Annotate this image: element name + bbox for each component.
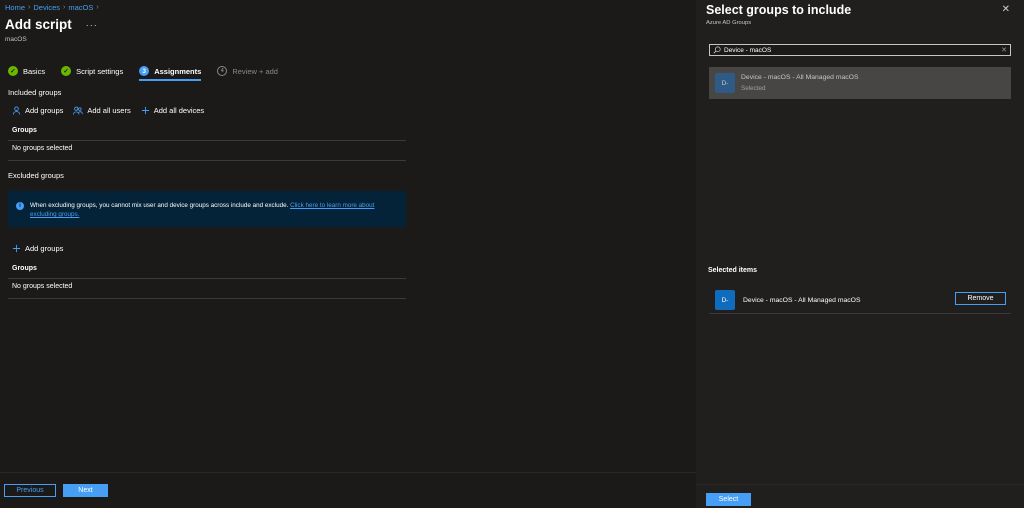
step-label: Basics xyxy=(23,66,46,76)
plus-icon xyxy=(141,106,150,115)
select-groups-panel: Select groups to include Azure AD Groups… xyxy=(696,0,1024,508)
clear-icon[interactable]: ✕ xyxy=(1001,46,1007,54)
breadcrumb-devices[interactable]: Devices xyxy=(33,3,60,12)
add-all-users-button[interactable]: Add all users xyxy=(73,106,131,115)
info-text: When excluding groups, you cannot mix us… xyxy=(30,202,291,209)
divider xyxy=(709,313,1011,314)
included-groups-heading: Included groups xyxy=(8,88,62,97)
users-icon xyxy=(73,106,84,115)
main-content: Home › Devices › macOS › Add script ··· … xyxy=(0,0,696,508)
step-number-icon: 4 xyxy=(217,66,228,76)
selected-item-name: Device - macOS - All Managed macOS xyxy=(743,296,861,304)
close-icon[interactable]: ✕ xyxy=(1002,4,1010,15)
add-groups-button[interactable]: Add groups xyxy=(12,106,63,115)
wizard-steps: ✓ Basics ✓ Script settings 3 Assignments… xyxy=(8,64,294,81)
remove-button[interactable]: Remove xyxy=(955,292,1006,305)
breadcrumb-home[interactable]: Home xyxy=(5,3,25,12)
result-state: Selected xyxy=(741,85,766,92)
result-text: Device - macOS - All Managed macOS Selec… xyxy=(741,74,858,92)
breadcrumb: Home › Devices › macOS › xyxy=(5,3,99,12)
page-title: Add script xyxy=(5,17,72,32)
group-avatar: D- xyxy=(715,290,735,310)
wizard-footer: Previous Next xyxy=(0,472,696,508)
next-button[interactable]: Next xyxy=(63,484,108,497)
included-actions: Add groups Add all users Add all devices xyxy=(12,106,204,115)
add-all-devices-label: Add all devices xyxy=(153,106,205,115)
panel-subtitle: Azure AD Groups xyxy=(706,20,752,26)
info-message: When excluding groups, you cannot mix us… xyxy=(30,201,390,219)
panel-footer: Select xyxy=(696,484,1024,508)
chevron-right-icon: › xyxy=(28,4,31,11)
add-all-users-label: Add all users xyxy=(87,106,131,115)
step-number-icon: 3 xyxy=(139,66,150,76)
divider xyxy=(8,298,406,299)
search-result-item[interactable]: D- Device - macOS - All Managed macOS Se… xyxy=(709,67,1011,99)
chevron-right-icon: › xyxy=(96,4,99,11)
search-icon xyxy=(713,46,721,54)
plus-icon xyxy=(12,244,21,253)
excluded-groups-column-header: Groups xyxy=(12,265,37,272)
excluded-groups-heading: Excluded groups xyxy=(8,171,64,180)
included-groups-column-header: Groups xyxy=(12,127,37,134)
exclusion-info-bar: i When excluding groups, you cannot mix … xyxy=(8,191,406,227)
add-excluded-groups-button[interactable]: Add groups xyxy=(12,244,63,253)
add-groups-label: Add groups xyxy=(25,244,64,253)
chevron-right-icon: › xyxy=(63,4,66,11)
select-button[interactable]: Select xyxy=(706,493,751,506)
page-title-row: Add script ··· xyxy=(5,17,98,32)
panel-title: Select groups to include xyxy=(706,3,852,17)
page-subtitle: macOS xyxy=(5,36,27,43)
step-label: Review + add xyxy=(232,66,278,76)
step-label: Script settings xyxy=(76,66,124,76)
step-label: Assignments xyxy=(154,66,202,76)
divider xyxy=(8,140,406,141)
info-icon: i xyxy=(16,202,24,210)
more-options-icon[interactable]: ··· xyxy=(86,20,98,30)
step-assignments[interactable]: 3 Assignments xyxy=(139,64,202,81)
previous-button[interactable]: Previous xyxy=(4,484,56,497)
excluded-actions: Add groups xyxy=(12,244,63,253)
group-avatar: D- xyxy=(715,73,735,93)
group-search-input[interactable] xyxy=(724,45,999,55)
result-name: Device - macOS - All Managed macOS xyxy=(741,74,859,81)
selected-items-heading: Selected items xyxy=(708,267,758,274)
add-groups-label: Add groups xyxy=(25,106,64,115)
user-icon xyxy=(12,106,21,115)
check-icon: ✓ xyxy=(61,66,72,76)
excluded-empty-text: No groups selected xyxy=(12,283,73,290)
add-all-devices-button[interactable]: Add all devices xyxy=(141,106,204,115)
check-icon: ✓ xyxy=(8,66,18,76)
breadcrumb-macos[interactable]: macOS xyxy=(68,3,93,12)
group-search-box: ✕ xyxy=(709,44,1011,56)
divider xyxy=(8,160,406,161)
step-script-settings[interactable]: ✓ Script settings xyxy=(61,64,123,78)
included-empty-text: No groups selected xyxy=(12,145,73,152)
step-basics[interactable]: ✓ Basics xyxy=(8,64,45,78)
divider xyxy=(8,278,406,279)
step-review-add: 4 Review + add xyxy=(217,64,278,78)
